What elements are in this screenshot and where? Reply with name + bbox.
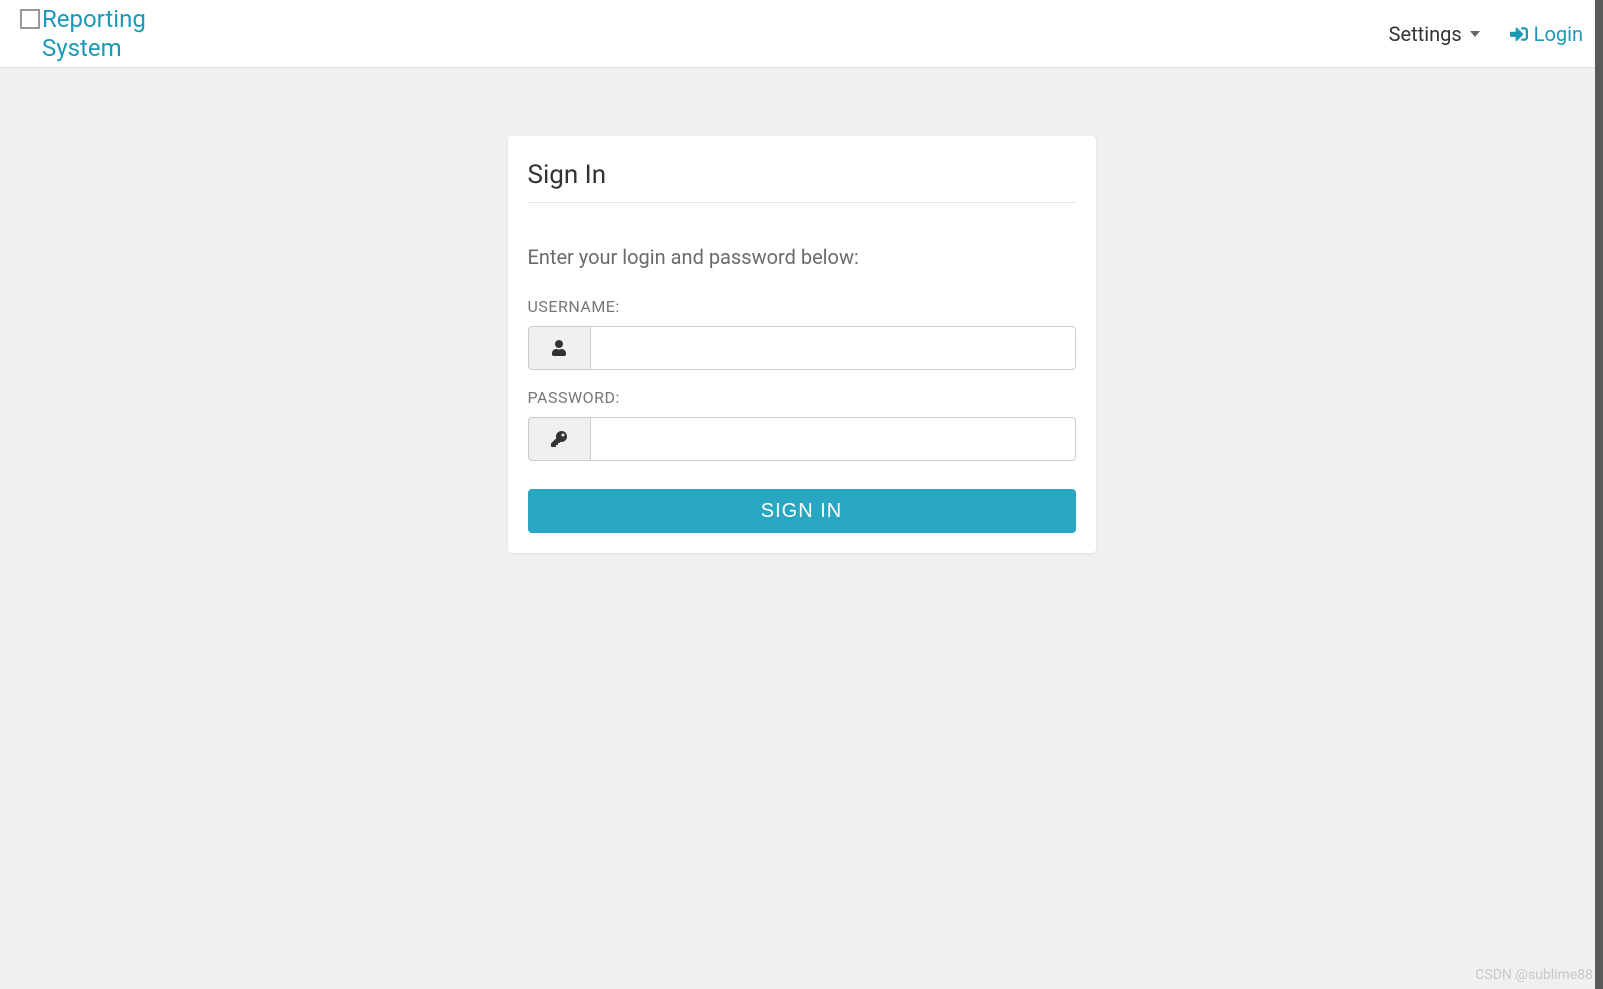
username-input-group — [528, 326, 1076, 370]
settings-label: Settings — [1389, 22, 1462, 46]
username-input[interactable] — [590, 326, 1076, 370]
login-label: Login — [1534, 22, 1583, 46]
username-addon — [528, 326, 590, 370]
instruction-text: Enter your login and password below: — [528, 245, 1076, 269]
username-form-group: USERNAME: — [528, 297, 1076, 370]
watermark: CSDN @sublime88 — [1475, 967, 1593, 983]
login-card: Sign In Enter your login and password be… — [508, 136, 1096, 553]
login-link[interactable]: Login — [1510, 22, 1583, 46]
password-input[interactable] — [590, 417, 1076, 461]
brand[interactable]: Reporting System — [20, 5, 172, 63]
navbar: Reporting System Settings Login — [0, 0, 1603, 68]
password-label: PASSWORD: — [528, 388, 1076, 407]
password-addon — [528, 417, 590, 461]
user-icon — [551, 340, 567, 356]
signin-icon — [1510, 25, 1528, 43]
brand-icon — [20, 9, 40, 29]
password-input-group — [528, 417, 1076, 461]
right-border — [1595, 0, 1603, 989]
caret-down-icon — [1470, 31, 1480, 37]
password-form-group: PASSWORD: — [528, 388, 1076, 461]
main-content: Sign In Enter your login and password be… — [0, 68, 1603, 553]
card-title: Sign In — [528, 160, 1076, 203]
key-icon — [551, 431, 567, 447]
username-label: USERNAME: — [528, 297, 1076, 316]
brand-text: Reporting System — [42, 5, 172, 63]
nav-right: Settings Login — [1389, 22, 1583, 46]
signin-button[interactable]: SIGN IN — [528, 489, 1076, 533]
settings-dropdown[interactable]: Settings — [1389, 22, 1480, 46]
